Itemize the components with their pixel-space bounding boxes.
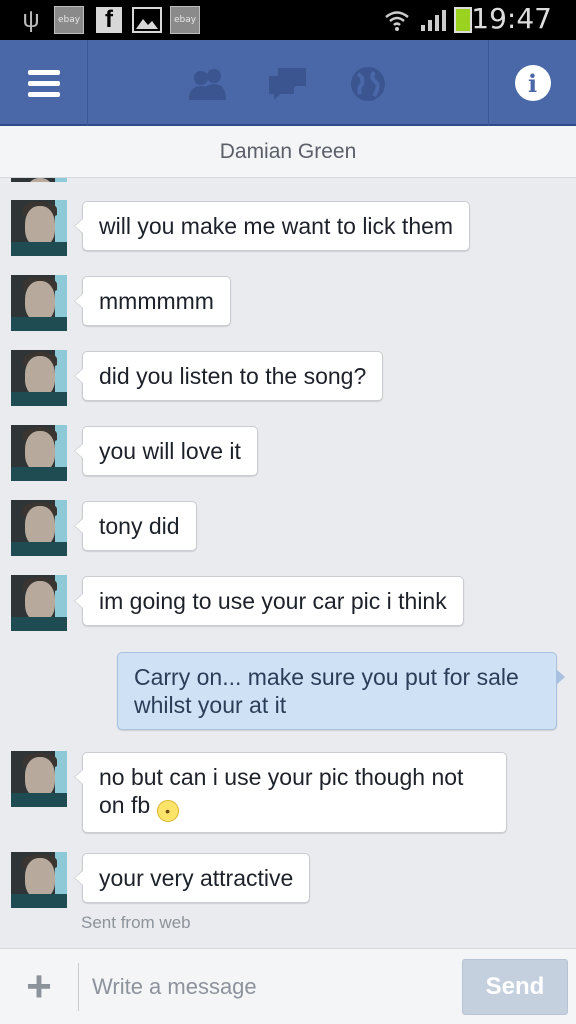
ebay-label: ebay [173, 15, 197, 25]
facebook-icon: f [96, 6, 122, 33]
signal-icon [420, 6, 448, 34]
app-bar: i [0, 40, 576, 126]
globe-icon[interactable] [346, 66, 390, 102]
wifi-icon [384, 6, 410, 34]
message-thread[interactable]: will you make me want to lick them mmmmm… [0, 178, 576, 948]
message-input[interactable] [92, 965, 444, 1009]
message-composer: + Send [0, 948, 576, 1024]
friends-icon[interactable] [186, 66, 230, 102]
ebay-icon: ebay [54, 6, 84, 34]
message-bubble-incoming[interactable]: mmmmmm [74, 276, 231, 326]
info-button[interactable]: i [488, 40, 576, 126]
message-bubble-incoming[interactable]: will you make me want to lick them [73, 201, 471, 251]
avatar[interactable] [11, 500, 67, 556]
info-glyph: i [527, 68, 538, 98]
message-bubble-incoming[interactable]: im going to use your car pic i think [74, 576, 464, 626]
message-bubble-incoming[interactable]: you will love it [74, 426, 258, 476]
divider [78, 963, 79, 1011]
sent-from-label: Sent from web [81, 913, 191, 932]
message-text: no but can i use your pic though not on … [99, 764, 464, 818]
wink-emoji-icon: • [156, 800, 179, 822]
gallery-icon [132, 7, 162, 33]
avatar[interactable] [11, 751, 67, 807]
ebay-icon: ebay [170, 6, 200, 34]
usb-icon: ψ [22, 6, 40, 33]
menu-icon-bar [27, 91, 60, 97]
message-bubble-incoming[interactable]: did you listen to the song? [73, 351, 384, 401]
avatar[interactable] [11, 178, 67, 182]
conversation-header: Damian Green [0, 126, 576, 178]
facebook-glyph: f [105, 6, 113, 33]
ebay-label: ebay [57, 15, 81, 25]
avatar[interactable] [11, 425, 67, 481]
status-bar: ψ ebay f ebay 19:47 [0, 0, 576, 40]
message-bubble-outgoing[interactable]: Carry on... make sure you put for sale w… [117, 652, 565, 730]
status-time: 19:47 [471, 2, 552, 35]
message-bubble-incoming[interactable]: tony did [74, 501, 197, 551]
avatar[interactable] [11, 575, 67, 631]
conversation-title[interactable]: Damian Green [220, 140, 357, 164]
plus-icon: + [26, 962, 52, 1011]
message-bubble-incoming[interactable]: your very attractive [73, 853, 311, 903]
info-icon: i [514, 65, 551, 101]
menu-icon-bar [27, 69, 60, 75]
avatar[interactable] [11, 852, 67, 908]
battery-charging-icon [454, 7, 472, 33]
add-attachment-button[interactable]: + [0, 949, 78, 1024]
message-bubble-incoming[interactable]: no but can i use your pic though not on … [74, 752, 507, 833]
menu-icon-bar [27, 80, 60, 86]
send-button[interactable]: Send [462, 959, 568, 1015]
avatar[interactable] [11, 200, 67, 256]
avatar[interactable] [11, 275, 67, 331]
avatar[interactable] [11, 350, 67, 406]
menu-button[interactable] [0, 40, 88, 126]
messages-icon[interactable] [266, 66, 310, 102]
